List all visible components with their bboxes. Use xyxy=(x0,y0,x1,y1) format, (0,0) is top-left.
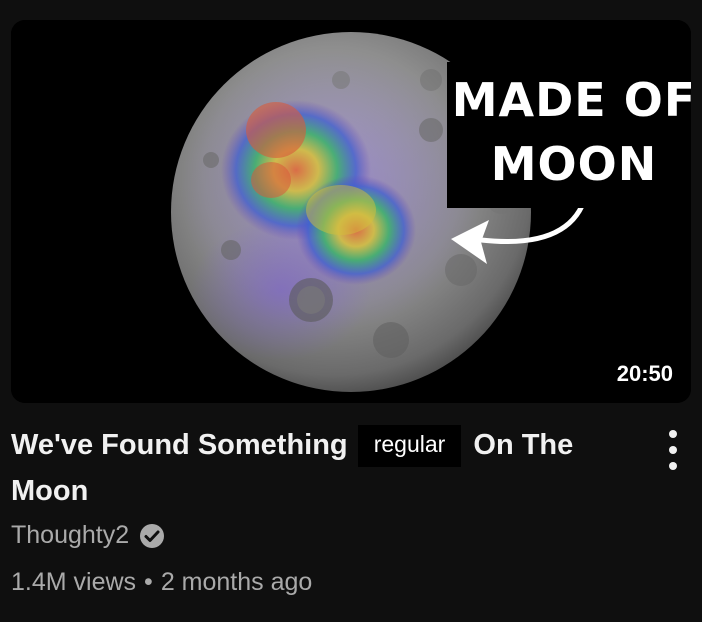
title-highlight: regular xyxy=(357,425,462,467)
metadata-separator: • xyxy=(144,568,153,596)
thumbnail-overlay-text: MADE OF MOON xyxy=(447,62,691,208)
overlay-line-1: MADE OF xyxy=(451,73,691,127)
video-title[interactable]: We've Found Something regular On The Moo… xyxy=(11,422,631,514)
verified-check-icon xyxy=(140,523,165,548)
video-metadata: 1.4M views • 2 months ago xyxy=(11,568,312,597)
video-card: MADE OF MOON 20:50 We've Found Something… xyxy=(0,0,702,622)
channel-name-row[interactable]: Thoughty2 xyxy=(11,521,165,550)
more-vert-icon[interactable] xyxy=(660,428,686,474)
duration-badge: 20:50 xyxy=(608,357,681,391)
overlay-line-2: MOON xyxy=(490,137,658,191)
upload-age: 2 months ago xyxy=(160,568,313,596)
channel-name: Thoughty2 xyxy=(11,521,130,549)
title-part-1: We've Found Something xyxy=(11,429,348,461)
video-thumbnail[interactable]: MADE OF MOON 20:50 xyxy=(11,20,691,403)
view-count: 1.4M views xyxy=(11,568,137,596)
